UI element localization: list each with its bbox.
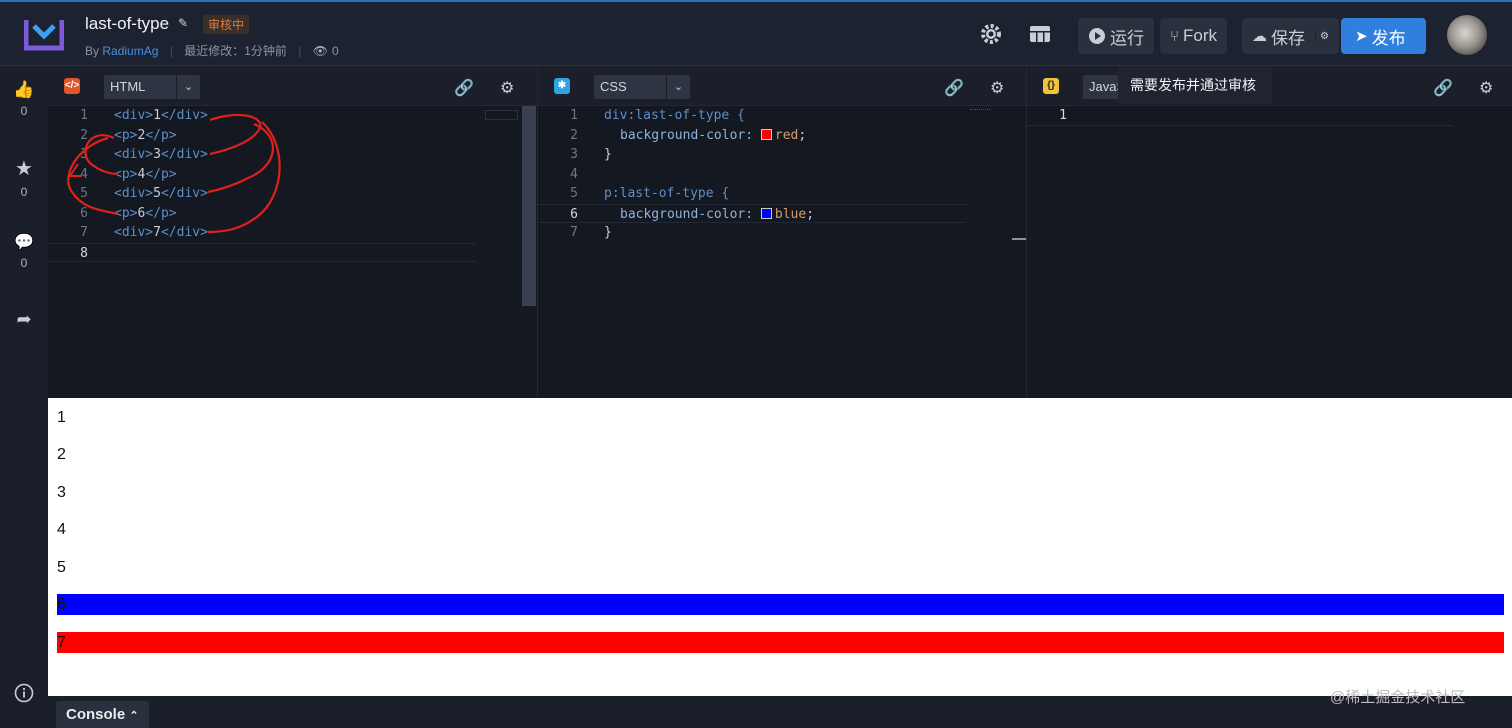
html-pane-header: </> HTML ⌄ 🔗 ⚙ xyxy=(48,66,537,106)
preview-row: 2 xyxy=(57,446,66,463)
preview-frame: 1 2 3 4 5 6 7 xyxy=(48,398,1512,696)
save-button[interactable]: ☁ 保存 ⚙ xyxy=(1242,18,1339,54)
chevron-up-icon: ⌃ xyxy=(129,710,139,722)
minimap xyxy=(970,109,990,117)
project-meta: By RadiumAg | 最近修改：1分钟前 | 👁 0 xyxy=(85,42,339,59)
link-icon[interactable]: 🔗 xyxy=(944,78,964,97)
html-lang-icon: </> xyxy=(64,78,80,94)
annotation-scribble xyxy=(67,113,281,234)
preview-row: 1 xyxy=(57,409,66,426)
css-language-select[interactable]: CSS ⌄ xyxy=(594,75,690,99)
star-button[interactable]: ★ 0 xyxy=(0,156,48,199)
meta-divider: | xyxy=(169,44,173,58)
console-toggle-button[interactable]: Console ⌃ xyxy=(56,701,149,728)
fork-button[interactable]: ⑂ Fork xyxy=(1160,18,1228,54)
comment-icon: 💬 xyxy=(14,234,34,251)
css-language-label: CSS xyxy=(600,79,627,94)
publish-tooltip: 需要发布并通过审核 xyxy=(1118,66,1272,104)
publish-button[interactable]: ➤ 发布 xyxy=(1341,18,1426,54)
pane-settings-icon[interactable]: ⚙ xyxy=(1479,78,1495,97)
css-pane-header: ✱ CSS ⌄ 🔗 ⚙ xyxy=(538,66,1026,106)
html-language-select[interactable]: HTML ⌄ xyxy=(104,75,200,99)
save-label: 保存 xyxy=(1271,28,1305,48)
last-modified: 最近修改：1分钟前 xyxy=(184,44,287,58)
comment-count: 0 xyxy=(20,256,28,270)
minimap xyxy=(485,110,518,120)
color-swatch-red[interactable] xyxy=(760,128,772,140)
link-icon[interactable]: 🔗 xyxy=(1433,78,1453,97)
watermark: @稀土掘金技术社区 xyxy=(1330,689,1466,706)
meta-divider: | xyxy=(298,44,302,58)
preview-row-red: 7 xyxy=(57,632,1504,653)
preview-row: 4 xyxy=(57,521,66,538)
pane-settings-icon[interactable]: ⚙ xyxy=(990,78,1006,97)
like-button[interactable]: 👍 0 xyxy=(0,80,48,118)
project-title: last-of-type xyxy=(85,14,170,33)
run-button[interactable]: 运行 xyxy=(1078,18,1154,54)
publish-label: 发布 xyxy=(1371,28,1406,48)
layout-icon[interactable] xyxy=(1028,22,1052,46)
send-icon: ➤ xyxy=(1355,28,1368,45)
html-language-label: HTML xyxy=(110,79,146,94)
cloud-upload-icon: ☁ xyxy=(1252,28,1267,45)
edit-title-icon[interactable]: ✎ xyxy=(178,16,188,30)
css-editor-pane: ✱ CSS ⌄ 🔗 ⚙ 1 div:last-of-type { 2 backgro… xyxy=(537,66,1026,398)
css-lang-icon: ✱ xyxy=(554,78,570,94)
chevron-down-icon: ⌄ xyxy=(176,75,200,99)
author-link[interactable]: RadiumAg xyxy=(102,44,158,58)
left-rail: 👍 0 ★ 0 💬 0 ➦ xyxy=(0,66,48,728)
preview-row: 3 xyxy=(57,484,66,501)
html-scrollbar[interactable] xyxy=(522,106,536,306)
save-settings-icon[interactable]: ⚙ xyxy=(1315,30,1329,42)
html-editor-pane: </> HTML ⌄ 🔗 ⚙ 1 <div>1</div> 2 <p>2</p> 3… xyxy=(48,66,537,398)
app-root: last-of-type ✎ 审核中 By RadiumAg | 最近修改：1分… xyxy=(0,0,1512,728)
preview-row: 5 xyxy=(57,559,66,576)
settings-gear-icon[interactable] xyxy=(979,22,1003,46)
js-editor-pane: {} JavaS 🔗 ⚙ 1 xyxy=(1026,66,1512,398)
comment-button[interactable]: 💬 0 xyxy=(0,232,48,270)
active-code-line: 1 xyxy=(1027,106,1453,126)
fork-label: Fork xyxy=(1183,26,1218,45)
eye-icon: 👁 xyxy=(312,44,328,58)
chevron-down-icon: ⌄ xyxy=(666,75,690,99)
review-status-badge: 审核中 xyxy=(203,15,250,34)
link-icon[interactable]: 🔗 xyxy=(454,78,474,97)
thumbs-up-icon: 👍 xyxy=(13,80,35,99)
pane-settings-icon[interactable]: ⚙ xyxy=(500,78,516,97)
active-code-line: 6 background-color: blue; xyxy=(538,203,966,223)
star-icon: ★ xyxy=(15,158,33,180)
info-icon[interactable] xyxy=(14,683,34,703)
js-lang-icon: {} xyxy=(1043,78,1059,94)
color-swatch-blue[interactable] xyxy=(760,207,772,219)
view-count: 0 xyxy=(331,44,339,58)
console-label: Console xyxy=(66,706,126,723)
like-count: 0 xyxy=(20,104,28,118)
preview-row-blue: 6 xyxy=(57,594,1504,615)
play-icon xyxy=(1089,28,1105,44)
star-count: 0 xyxy=(20,185,28,199)
meta-by: By xyxy=(85,44,100,58)
logo-icon[interactable] xyxy=(24,18,64,52)
run-label: 运行 xyxy=(1110,28,1144,48)
css-scrollbar[interactable] xyxy=(1012,238,1026,240)
top-header: last-of-type ✎ 审核中 By RadiumAg | 最近修改：1分… xyxy=(0,0,1512,66)
share-icon[interactable]: ➦ xyxy=(0,309,48,330)
user-avatar[interactable] xyxy=(1447,15,1487,55)
fork-icon: ⑂ xyxy=(1170,27,1180,45)
